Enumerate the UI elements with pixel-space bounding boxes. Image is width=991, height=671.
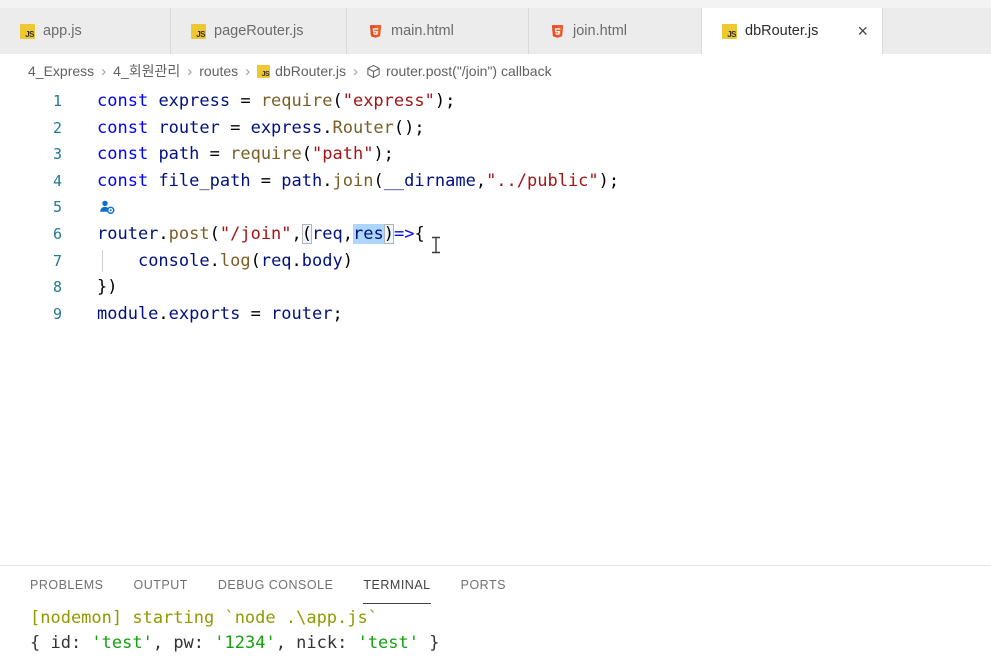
html-file-icon <box>367 23 383 39</box>
breadcrumb-item-4-express[interactable]: 4_Express <box>28 63 94 79</box>
code-text: console.log(req.body) <box>137 250 353 271</box>
code-line[interactable]: 3 const path = require("path"); <box>0 141 991 168</box>
chevron-right-icon: › <box>245 62 251 80</box>
chevron-right-icon: › <box>353 62 358 80</box>
titlebar-strip <box>0 0 991 8</box>
panel-tab-bar: PROBLEMS OUTPUT DEBUG CONSOLE TERMINAL PORTS <box>0 566 991 604</box>
line-number[interactable]: 5 <box>0 194 62 221</box>
js-file-icon: JS <box>191 23 206 39</box>
code-line[interactable]: 9 module.exports = router; <box>0 301 991 328</box>
code-line[interactable]: 1 const express = require("express"); <box>0 88 991 115</box>
line-number[interactable]: 4 <box>0 168 62 195</box>
chevron-right-icon: › <box>101 62 107 80</box>
breadcrumb-item-routes[interactable]: routes <box>199 63 238 79</box>
js-file-icon: JS <box>722 23 737 39</box>
code-text: }) <box>97 277 118 298</box>
panel-tab-debug-console[interactable]: DEBUG CONSOLE <box>218 566 334 604</box>
close-icon[interactable]: × <box>853 21 872 41</box>
code-line[interactable]: 2 const router = express.Router(); <box>0 115 991 142</box>
js-file-icon: JS <box>20 23 35 39</box>
breadcrumb: 4_Express › 4_회원관리 › routes › JS dbRouter.js › ro… <box>0 54 991 88</box>
tab-join-html[interactable]: join.html <box>529 8 702 54</box>
breadcrumb-item-4-회원관리[interactable]: 4_회원관리 <box>113 61 180 81</box>
line-number[interactable]: 6 <box>0 221 62 248</box>
panel-tab-terminal[interactable]: TERMINAL <box>363 566 431 604</box>
line-number[interactable]: 3 <box>0 141 62 168</box>
tab-label: main.html <box>391 23 454 39</box>
breadcrumb-label: 4_회원관리 <box>113 63 181 79</box>
breadcrumb-item-dbrouter-js[interactable]: JS dbRouter.js <box>257 63 346 79</box>
tab-label: dbRouter.js <box>745 23 819 39</box>
code-text: const path = require("path"); <box>97 144 394 165</box>
panel-tab-problems[interactable]: PROBLEMS <box>30 566 103 604</box>
breadcrumb-label: router.post("/join") callback <box>386 63 552 79</box>
code-text: router.post("/join",(req,res)=>{ <box>97 223 425 244</box>
line-number[interactable]: 1 <box>0 88 62 115</box>
line-number[interactable]: 9 <box>0 301 62 328</box>
tab-app-js[interactable]: JS app.js <box>0 8 171 54</box>
code-line[interactable]: 8}) <box>0 274 991 301</box>
bottom-panel: PROBLEMS OUTPUT DEBUG CONSOLE TERMINAL PORTS… <box>0 565 991 671</box>
terminal-line: { id: 'test', pw: '1234', nick: 'test' } <box>30 633 440 653</box>
tab-pagerouter-js[interactable]: JS pageRouter.js <box>171 8 347 54</box>
line-number[interactable]: 7 <box>0 248 62 275</box>
code-line[interactable]: 7 console.log(req.body) <box>0 248 991 275</box>
tab-bar: JS app.js JS pageRouter.js main.html join.htm… <box>0 8 991 54</box>
tab-label: join.html <box>573 23 627 39</box>
code-text: const express = require("express"); <box>97 91 456 111</box>
code-text <box>62 194 115 221</box>
breadcrumb-label: dbRouter.js <box>275 63 346 79</box>
code-editor[interactable]: 1 const express = require("express"); 2 con… <box>0 88 991 565</box>
code-line[interactable]: 5 <box>0 194 991 221</box>
panel-tab-ports[interactable]: PORTS <box>461 566 506 604</box>
code-line[interactable]: 6 router.post("/join",(req,res)=>{ <box>0 221 991 248</box>
indent-guide-line <box>102 249 103 273</box>
breadcrumb-item-router-post-join-callback[interactable]: router.post("/join") callback <box>365 63 552 79</box>
terminal-line: [nodemon] starting `node .\app.js` <box>30 608 378 628</box>
symbol-cube-icon <box>365 63 381 79</box>
terminal-output[interactable]: [nodemon] starting `node .\app.js` { id: … <box>0 604 991 671</box>
chevron-right-icon: › <box>187 62 193 80</box>
line-number[interactable]: 2 <box>0 115 62 142</box>
breadcrumb-label: routes <box>199 63 239 79</box>
html-file-icon <box>549 23 565 39</box>
tab-main-html[interactable]: main.html <box>347 8 529 54</box>
code-text: const file_path = path.join(__dirname,".… <box>97 170 620 191</box>
person-badge-icon <box>99 197 115 215</box>
code-line[interactable]: 4 const file_path = path.join(__dirname,"… <box>0 168 991 195</box>
code-text: module.exports = router; <box>97 303 343 324</box>
code-text: const router = express.Router(); <box>97 117 425 138</box>
tab-label: pageRouter.js <box>214 23 304 39</box>
line-number[interactable]: 8 <box>0 274 62 301</box>
panel-tab-output[interactable]: OUTPUT <box>133 566 187 604</box>
breadcrumb-label: 4_Express <box>28 63 95 79</box>
js-file-icon: JS <box>257 64 271 78</box>
tab-dbrouter-js[interactable]: JS dbRouter.js × <box>702 8 883 54</box>
tab-label: app.js <box>43 23 82 39</box>
